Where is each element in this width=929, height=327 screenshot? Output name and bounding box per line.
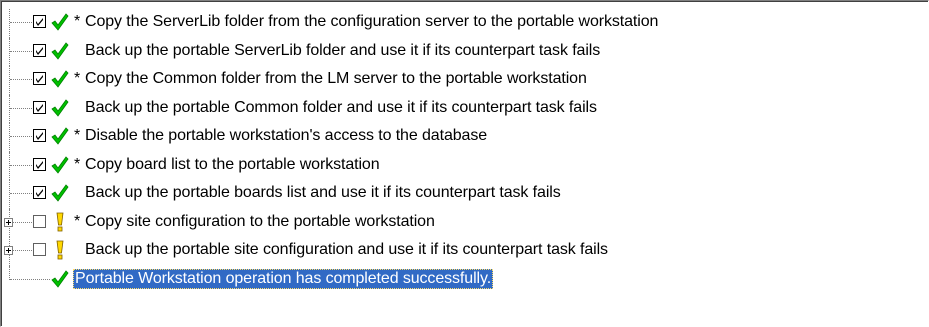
expand-plus-icon[interactable] bbox=[4, 217, 13, 227]
task-checkbox[interactable] bbox=[33, 214, 46, 228]
task-label: Back up the portable ServerLib folder an… bbox=[85, 41, 601, 59]
task-checkbox[interactable] bbox=[33, 186, 46, 199]
tree-row[interactable]: * Copy board list to the portable workst… bbox=[1, 151, 928, 180]
tree-row[interactable]: * Copy the Common folder from the LM ser… bbox=[1, 66, 928, 95]
task-star: * bbox=[74, 13, 81, 30]
tree-line bbox=[10, 22, 32, 23]
task-checkbox[interactable] bbox=[33, 43, 46, 57]
task-star: * bbox=[74, 70, 81, 87]
tree-row[interactable]: Back up the portable ServerLib folder an… bbox=[1, 37, 928, 66]
tree-line bbox=[9, 9, 10, 38]
check-icon bbox=[51, 98, 69, 118]
tree-row[interactable]: * Disable the portable workstation's acc… bbox=[1, 123, 928, 152]
check-icon bbox=[51, 155, 69, 175]
task-checkbox[interactable] bbox=[33, 243, 46, 256]
check-icon bbox=[51, 41, 69, 61]
tree-line bbox=[10, 107, 32, 109]
task-checkbox[interactable] bbox=[33, 157, 46, 171]
tree-line bbox=[9, 66, 10, 95]
check-icon bbox=[51, 126, 69, 146]
tree-line bbox=[9, 151, 10, 180]
task-star: * bbox=[74, 155, 81, 173]
warning-icon bbox=[53, 240, 71, 260]
task-checkbox[interactable] bbox=[33, 15, 46, 28]
task-label: Copy site configuration to the portable … bbox=[85, 212, 435, 230]
tree-line bbox=[10, 79, 32, 80]
check-icon bbox=[51, 269, 69, 289]
task-list: * Copy the ServerLib folder from the con… bbox=[1, 9, 928, 294]
task-tree-view[interactable]: * Copy the ServerLib folder from the con… bbox=[0, 0, 929, 327]
tree-line bbox=[10, 250, 32, 251]
tree-line bbox=[9, 180, 10, 209]
tree-row-final-status[interactable]: Portable Workstation operation has compl… bbox=[1, 265, 928, 295]
tree-line bbox=[10, 193, 32, 194]
tree-line bbox=[9, 37, 10, 66]
tree-line bbox=[9, 265, 10, 280]
task-star: * bbox=[74, 212, 81, 230]
tree-line bbox=[10, 50, 32, 52]
check-icon bbox=[51, 69, 69, 89]
expand-plus-icon[interactable] bbox=[4, 246, 13, 255]
tree-row[interactable]: Back up the portable site configuration … bbox=[1, 237, 928, 266]
task-star: * bbox=[74, 127, 81, 144]
tree-row[interactable]: * Copy the ServerLib folder from the con… bbox=[1, 9, 928, 38]
check-icon bbox=[51, 12, 69, 32]
task-label: Back up the portable site configuration … bbox=[85, 241, 608, 258]
task-checkbox[interactable] bbox=[33, 72, 46, 85]
task-label: Copy the ServerLib folder from the confi… bbox=[85, 13, 659, 30]
task-checkbox[interactable] bbox=[33, 129, 46, 142]
task-label: Copy board list to the portable workstat… bbox=[85, 155, 380, 173]
tree-line bbox=[10, 136, 32, 137]
tree-line bbox=[10, 221, 32, 223]
tree-line bbox=[9, 94, 10, 123]
tree-row[interactable]: Back up the portable boards list and use… bbox=[1, 180, 928, 209]
tree-line bbox=[9, 123, 10, 152]
task-label: Back up the portable Common folder and u… bbox=[85, 98, 597, 116]
completion-message[interactable]: Portable Workstation operation has compl… bbox=[73, 268, 494, 289]
task-label: Disable the portable workstation's acces… bbox=[85, 127, 488, 144]
tree-row[interactable]: Back up the portable Common folder and u… bbox=[1, 94, 928, 123]
tree-line bbox=[10, 164, 32, 166]
task-checkbox[interactable] bbox=[33, 100, 46, 114]
task-label: Back up the portable boards list and use… bbox=[85, 184, 561, 201]
check-icon bbox=[51, 183, 69, 203]
tree-row[interactable]: * Copy site configuration to the portabl… bbox=[1, 208, 928, 237]
warning-icon bbox=[53, 212, 71, 232]
tree-line bbox=[10, 278, 50, 280]
task-label: Copy the Common folder from the LM serve… bbox=[85, 70, 587, 87]
